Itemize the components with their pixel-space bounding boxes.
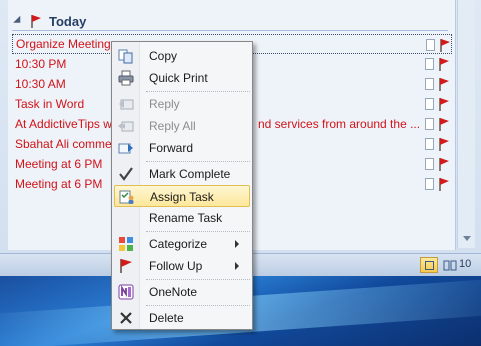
menu-label: Follow Up xyxy=(149,259,203,273)
reply-icon xyxy=(119,99,134,110)
task-subject: 10:30 PM xyxy=(15,57,67,71)
group-title: Today xyxy=(49,13,87,29)
cut-off-row xyxy=(22,0,182,6)
context-menu: Copy Quick Print Reply Reply All Forward xyxy=(111,41,253,330)
task-subject: Organize Meeting xyxy=(16,37,111,51)
menu-item-follow-up[interactable]: Follow Up xyxy=(114,255,250,277)
task-subject: Meeting at 6 PM xyxy=(15,177,103,191)
reading-view-icon xyxy=(443,260,457,271)
menu-label: Rename Task xyxy=(149,211,223,225)
menu-separator xyxy=(146,161,250,162)
task-subject: Task in Word xyxy=(15,97,85,111)
task-checkbox[interactable] xyxy=(425,98,434,110)
menu-label: Quick Print xyxy=(149,71,208,85)
menu-separator xyxy=(146,305,250,306)
menu-label: Categorize xyxy=(149,237,208,251)
task-subject: Sbahat Ali comment xyxy=(15,137,122,151)
menu-label: Forward xyxy=(149,141,194,155)
vertical-scrollbar[interactable] xyxy=(457,0,475,248)
menu-item-assign-task[interactable]: Assign Task xyxy=(114,185,250,207)
flag-icon[interactable] xyxy=(437,57,451,71)
menu-label: OneNote xyxy=(149,285,198,299)
flag-icon[interactable] xyxy=(437,97,451,111)
flag-icon[interactable] xyxy=(437,177,451,191)
menu-item-rename-task[interactable]: Rename Task xyxy=(114,207,250,229)
submenu-arrow-icon xyxy=(235,240,239,248)
group-divider xyxy=(12,30,448,31)
menu-label: Copy xyxy=(149,49,178,63)
menu-item-forward[interactable]: Forward xyxy=(114,137,250,159)
submenu-arrow-icon xyxy=(235,262,239,270)
task-checkbox[interactable] xyxy=(425,118,434,130)
menu-item-mark-complete[interactable]: Mark Complete xyxy=(114,163,250,185)
flag-icon[interactable] xyxy=(438,38,452,52)
task-subject-tail: nd services from around the ... xyxy=(258,117,421,131)
menu-item-delete[interactable]: Delete xyxy=(114,307,250,329)
flag-icon[interactable] xyxy=(437,117,451,131)
forward-icon xyxy=(118,143,133,154)
zoom-level[interactable]: 10 xyxy=(459,258,471,270)
menu-item-quick-print[interactable]: Quick Print xyxy=(114,67,250,89)
scroll-down-arrow-icon[interactable] xyxy=(463,236,471,241)
delete-icon xyxy=(120,312,132,324)
menu-label: Assign Task xyxy=(150,190,214,204)
menu-label: Reply All xyxy=(149,119,196,133)
menu-label: Reply xyxy=(149,97,180,111)
follow-up-flag-icon xyxy=(120,259,132,273)
reply-all-icon xyxy=(118,121,134,132)
menu-item-reply-all: Reply All xyxy=(114,115,250,137)
menu-label: Delete xyxy=(149,311,184,325)
normal-view-button[interactable] xyxy=(420,257,438,273)
task-checkbox[interactable] xyxy=(425,178,434,190)
task-checkbox[interactable] xyxy=(425,158,434,170)
task-checkbox[interactable] xyxy=(425,58,434,70)
menu-separator xyxy=(146,91,250,92)
checkmark-icon xyxy=(119,167,133,181)
flag-icon[interactable] xyxy=(437,137,451,151)
categorize-icon xyxy=(119,237,133,251)
menu-separator xyxy=(146,279,250,280)
task-subject: At AddictiveTips we xyxy=(15,117,119,131)
flag-icon[interactable] xyxy=(437,77,451,91)
menu-label: Mark Complete xyxy=(149,167,231,181)
task-checkbox[interactable] xyxy=(426,39,435,51)
task-subject: 10:30 AM xyxy=(15,77,66,91)
menu-item-copy[interactable]: Copy xyxy=(114,45,250,67)
normal-view-icon xyxy=(425,261,434,270)
task-subject: Meeting at 6 PM xyxy=(15,157,103,171)
copy-icon xyxy=(118,49,133,64)
task-checkbox[interactable] xyxy=(425,78,434,90)
collapse-caret-icon[interactable] xyxy=(13,15,24,27)
printer-icon xyxy=(118,70,134,86)
menu-item-reply: Reply xyxy=(114,93,250,115)
onenote-icon xyxy=(118,284,134,300)
menu-item-onenote[interactable]: OneNote xyxy=(114,281,250,303)
menu-separator xyxy=(146,231,250,232)
flag-icon[interactable] xyxy=(437,157,451,171)
flag-icon xyxy=(31,15,41,28)
assign-task-icon xyxy=(119,190,134,204)
reading-view-button[interactable] xyxy=(440,257,458,273)
group-header-today[interactable]: Today xyxy=(12,10,452,32)
task-checkbox[interactable] xyxy=(425,138,434,150)
menu-item-categorize[interactable]: Categorize xyxy=(114,233,250,255)
